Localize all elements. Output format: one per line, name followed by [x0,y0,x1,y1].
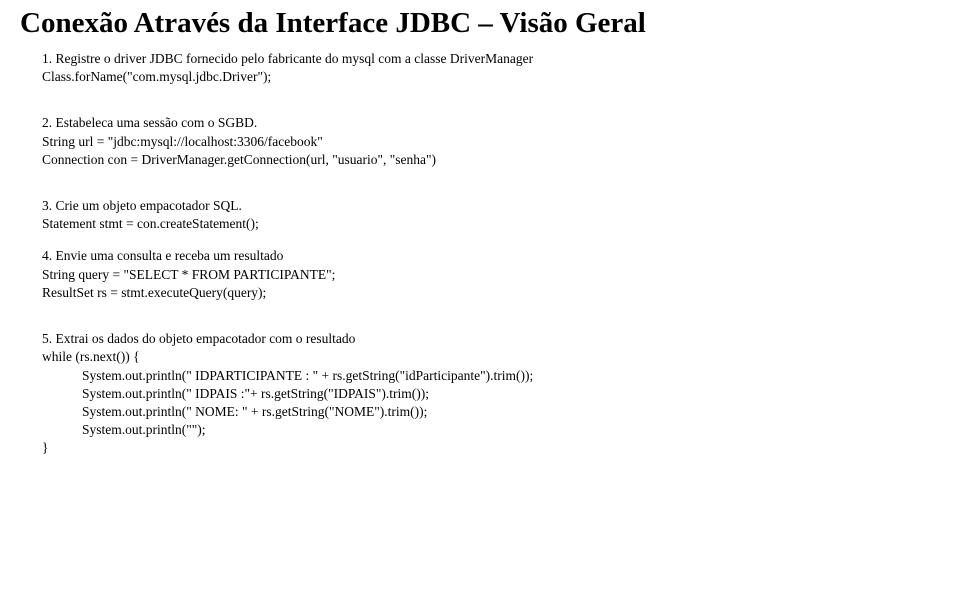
step-4: 4. Envie uma consulta e receba um result… [42,247,936,302]
step-5-code-5: } [42,439,936,457]
step-2: 2. Estabeleca uma sessão com o SGBD. Str… [42,114,936,169]
step-5: 5. Extrai os dados do objeto empacotador… [42,330,936,458]
step-2-code-1: Connection con = DriverManager.getConnec… [42,151,936,169]
step-5-intro: 5. Extrai os dados do objeto empacotador… [42,330,936,348]
step-5-code-3: System.out.println(" NOME: " + rs.getStr… [42,403,936,421]
step-4-code-1: ResultSet rs = stmt.executeQuery(query); [42,284,936,302]
step-5-code-1: System.out.println(" IDPARTICIPANTE : " … [42,367,936,385]
step-5-code-2: System.out.println(" IDPAIS :"+ rs.getSt… [42,385,936,403]
step-1-code-0: Class.forName("com.mysql.jdbc.Driver"); [42,68,936,86]
step-2-intro: 2. Estabeleca uma sessão com o SGBD. [42,114,936,132]
step-3-code-0: Statement stmt = con.createStatement(); [42,215,936,233]
step-3: 3. Crie um objeto empacotador SQL. State… [42,197,936,233]
step-4-intro: 4. Envie uma consulta e receba um result… [42,247,936,265]
step-2-code-0: String url = "jdbc:mysql://localhost:330… [42,133,936,151]
step-1-intro: 1. Registre o driver JDBC fornecido pelo… [42,50,936,68]
step-1: 1. Registre o driver JDBC fornecido pelo… [42,50,936,86]
step-5-code-0: while (rs.next()) { [42,348,936,366]
step-4-code-0: String query = "SELECT * FROM PARTICIPAN… [42,266,936,284]
page-title: Conexão Através da Interface JDBC – Visã… [20,8,936,40]
step-5-code-4: System.out.println(""); [42,421,936,439]
step-3-intro: 3. Crie um objeto empacotador SQL. [42,197,936,215]
